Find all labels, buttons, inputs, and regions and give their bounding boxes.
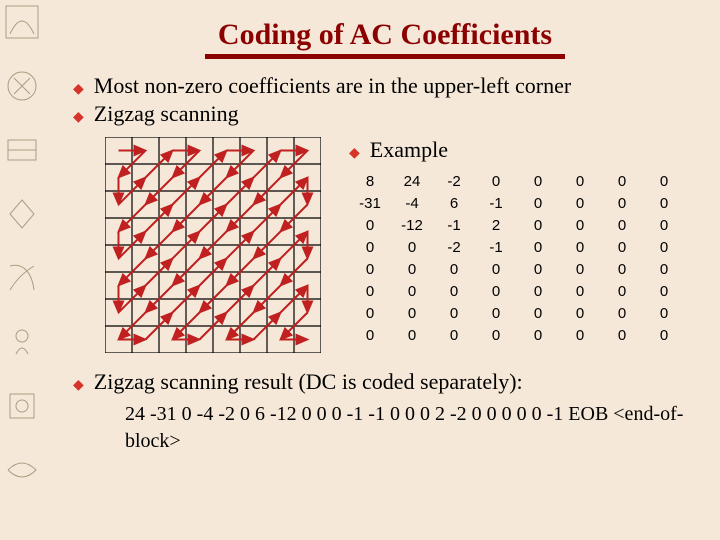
matrix-cell: -2: [433, 171, 475, 193]
matrix-cell: 0: [391, 281, 433, 303]
matrix-cell: 0: [601, 237, 643, 259]
matrix-cell: 0: [601, 259, 643, 281]
deco-icon: [4, 260, 40, 296]
matrix-cell: 0: [349, 325, 391, 347]
matrix-cell: 0: [643, 281, 685, 303]
bullet-icon: ◆: [73, 81, 84, 98]
bullet-text: Most non-zero coefficients are in the up…: [94, 73, 571, 99]
matrix-cell: -1: [433, 215, 475, 237]
title-underline: [205, 58, 565, 59]
matrix-cell: 0: [601, 193, 643, 215]
matrix-cell: 0: [433, 281, 475, 303]
matrix-cell: 0: [643, 215, 685, 237]
matrix-row: 00000000: [349, 325, 685, 347]
matrix-cell: 0: [601, 281, 643, 303]
matrix-cell: 0: [559, 303, 601, 325]
matrix-row: 824-200000: [349, 171, 685, 193]
slide-title: Coding of AC Coefficients: [55, 18, 715, 54]
matrix-cell: -1: [475, 237, 517, 259]
matrix-cell: 0: [643, 193, 685, 215]
matrix-cell: 0: [475, 259, 517, 281]
matrix-cell: 0: [643, 303, 685, 325]
matrix-cell: 0: [349, 237, 391, 259]
matrix-cell: 24: [391, 171, 433, 193]
matrix-cell: 0: [559, 171, 601, 193]
matrix-cell: 0: [391, 325, 433, 347]
matrix-cell: 0: [517, 303, 559, 325]
zigzag-result-text: 24 -31 0 -4 -2 0 6 -12 0 0 0 -1 -1 0 0 0…: [125, 401, 720, 455]
matrix-cell: 0: [475, 281, 517, 303]
bullet-icon: ◆: [73, 109, 84, 126]
matrix-cell: 0: [391, 259, 433, 281]
matrix-cell: 0: [559, 237, 601, 259]
matrix-cell: 0: [643, 325, 685, 347]
matrix-cell: 0: [601, 325, 643, 347]
matrix-cell: 0: [517, 281, 559, 303]
matrix-cell: 0: [517, 237, 559, 259]
matrix-cell: 0: [391, 237, 433, 259]
matrix-cell: 0: [433, 259, 475, 281]
matrix-cell: -12: [391, 215, 433, 237]
deco-icon: [4, 196, 40, 232]
matrix-cell: 0: [643, 171, 685, 193]
matrix-cell: 0: [349, 303, 391, 325]
bullet-icon: ◆: [349, 145, 360, 162]
title-underline: [205, 54, 565, 56]
matrix-cell: -31: [349, 193, 391, 215]
matrix-cell: 0: [643, 237, 685, 259]
matrix-cell: 0: [475, 325, 517, 347]
matrix-row: 00000000: [349, 303, 685, 325]
matrix-cell: 0: [475, 303, 517, 325]
matrix-cell: 0: [349, 281, 391, 303]
matrix-cell: 8: [349, 171, 391, 193]
matrix-cell: 0: [517, 193, 559, 215]
matrix-row: 0-12-120000: [349, 215, 685, 237]
matrix-cell: 0: [475, 171, 517, 193]
matrix-cell: 0: [391, 303, 433, 325]
deco-icon: [4, 388, 40, 424]
matrix-cell: 0: [517, 325, 559, 347]
bullet-text: Zigzag scanning result (DC is coded sepa…: [94, 369, 523, 395]
matrix-cell: 0: [559, 325, 601, 347]
matrix-cell: 0: [349, 259, 391, 281]
bullet-text: Zigzag scanning: [94, 101, 239, 127]
bullet-icon: ◆: [73, 377, 84, 394]
matrix-cell: 0: [601, 215, 643, 237]
matrix-row: -31-46-10000: [349, 193, 685, 215]
matrix-cell: 0: [559, 259, 601, 281]
slide-decorations: [4, 4, 44, 536]
deco-icon: [4, 324, 40, 360]
matrix-cell: 0: [517, 215, 559, 237]
matrix-cell: 0: [433, 303, 475, 325]
matrix-cell: -2: [433, 237, 475, 259]
matrix-cell: 0: [643, 259, 685, 281]
example-label: Example: [370, 137, 448, 163]
deco-icon: [4, 452, 40, 488]
zigzag-diagram: [105, 137, 321, 353]
matrix-cell: 0: [517, 259, 559, 281]
matrix-cell: -4: [391, 193, 433, 215]
matrix-cell: 6: [433, 193, 475, 215]
matrix-cell: 0: [433, 325, 475, 347]
deco-icon: [4, 4, 40, 40]
matrix-row: 00-2-10000: [349, 237, 685, 259]
matrix-row: 00000000: [349, 259, 685, 281]
matrix-cell: 0: [601, 171, 643, 193]
matrix-cell: 0: [517, 171, 559, 193]
matrix-cell: 0: [349, 215, 391, 237]
matrix-cell: 0: [601, 303, 643, 325]
matrix-cell: 2: [475, 215, 517, 237]
matrix-cell: 0: [559, 281, 601, 303]
matrix-row: 00000000: [349, 281, 685, 303]
matrix-cell: -1: [475, 193, 517, 215]
matrix-cell: 0: [559, 215, 601, 237]
coefficient-matrix: 824-200000-31-46-100000-12-12000000-2-10…: [349, 171, 685, 347]
deco-icon: [4, 68, 40, 104]
deco-icon: [4, 132, 40, 168]
matrix-cell: 0: [559, 193, 601, 215]
